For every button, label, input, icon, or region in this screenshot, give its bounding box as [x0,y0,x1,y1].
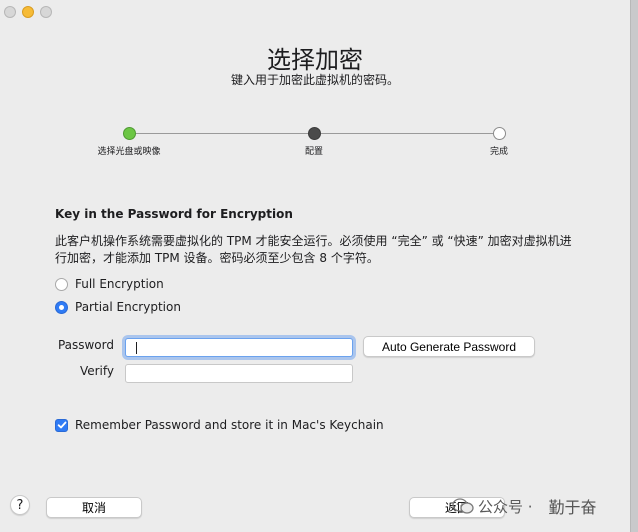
partial-encryption-label: Partial Encryption [75,300,181,314]
encryption-description: 此客户机操作系统需要虚拟化的 TPM 才能安全运行。必须使用 “完全” 或 “快… [55,234,572,265]
minimize-window-button[interactable] [22,6,34,18]
help-button[interactable]: ? [10,495,30,515]
page-title: 选择加密 [267,46,363,74]
full-encryption-option[interactable]: Full Encryption [55,277,164,291]
password-label: Password [57,338,114,352]
watermark-text: 公众号 · [478,497,533,516]
step-1-done-icon [123,127,136,140]
full-encryption-label: Full Encryption [75,277,164,291]
encryption-heading: Key in the Password for Encryption [55,207,293,221]
step-label-configure: 配置 [304,147,323,157]
partial-encryption-option[interactable]: Partial Encryption [55,300,181,314]
checkbox-checked-icon[interactable] [55,418,68,432]
wechat-official-account-icon [452,498,474,514]
password-field[interactable] [125,338,353,357]
radio-selected-icon[interactable] [55,300,68,314]
step-label-finish: 完成 [489,147,508,157]
cancel-button[interactable]: 取消 [46,497,142,518]
step-label-disc: 选择光盘或映像 [97,147,161,157]
text-caret [136,342,137,354]
step-2-current-icon [308,127,321,140]
watermark: 公众号 · 勤于奋 [452,494,597,518]
window-controls [4,6,52,18]
wizard-window: 选择加密 键入用于加密此虚拟机的密码。 选择光盘或映像 配置 完成 Key in… [0,0,631,532]
stepper-connector [321,133,493,134]
verify-label: Verify [79,364,114,378]
remember-password-option[interactable]: Remember Password and store it in Mac's … [55,418,384,432]
remember-password-label: Remember Password and store it in Mac's … [75,418,384,432]
step-3-todo-icon [493,127,506,140]
stepper-connector [136,133,309,134]
auto-generate-password-button[interactable]: Auto Generate Password [363,336,535,357]
zoom-window-button[interactable] [40,6,52,18]
page-subtitle: 键入用于加密此虚拟机的密码。 [230,73,399,87]
watermark-author: 勤于奋 [548,498,597,517]
verify-field[interactable] [125,364,353,383]
radio-unselected-icon[interactable] [55,277,68,291]
close-window-button[interactable] [4,6,16,18]
